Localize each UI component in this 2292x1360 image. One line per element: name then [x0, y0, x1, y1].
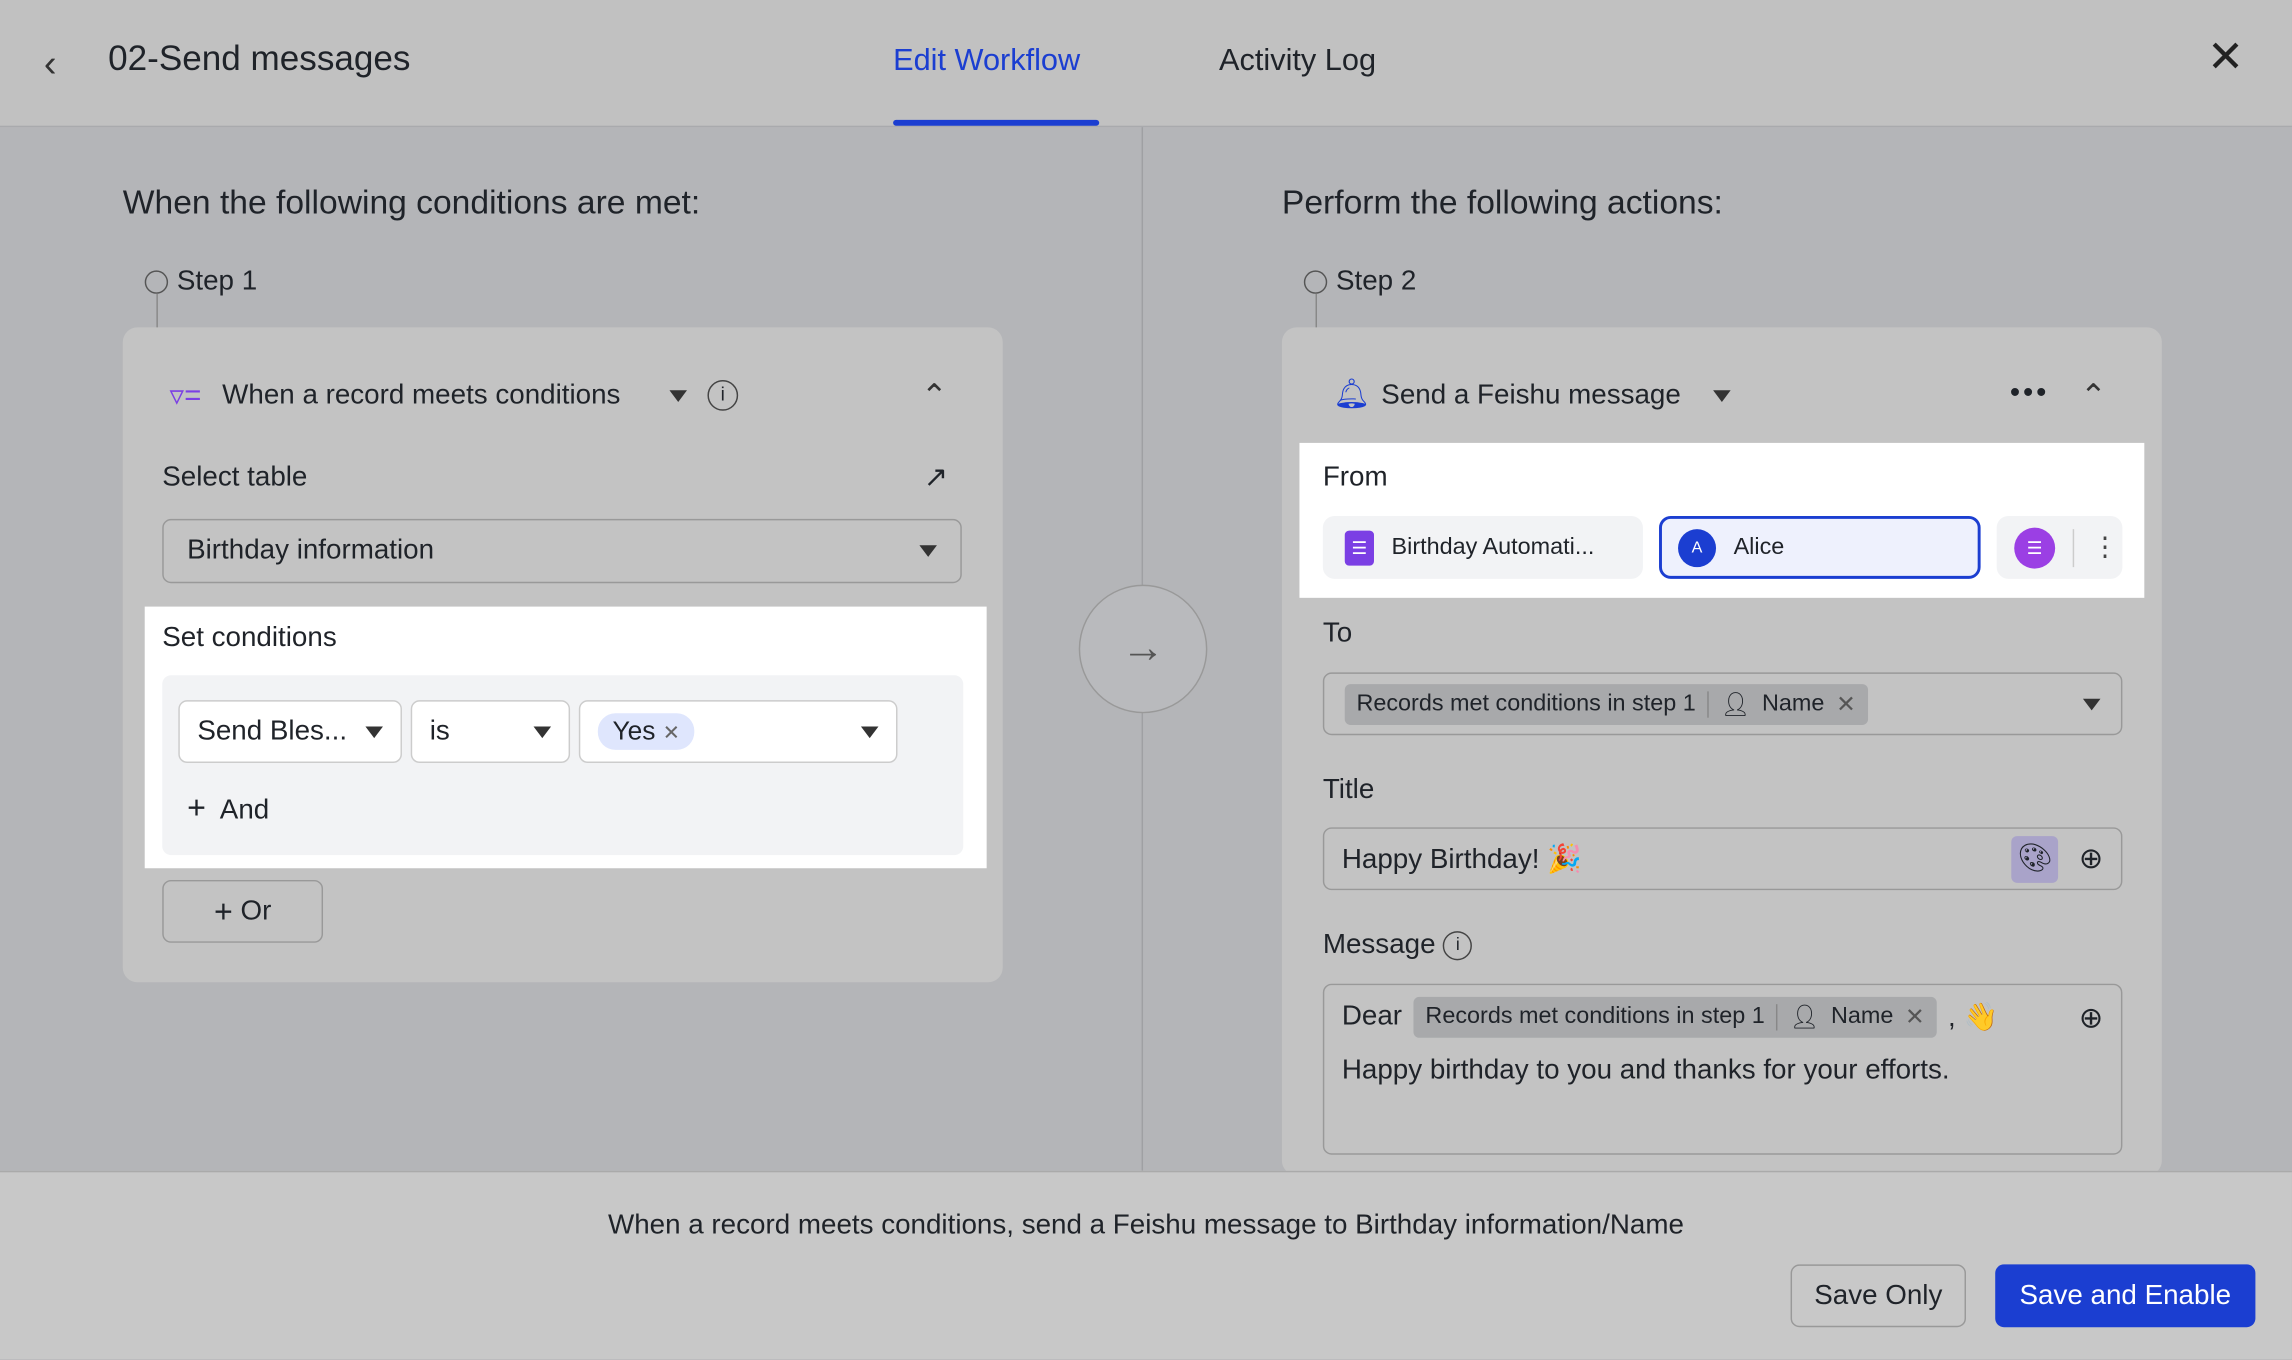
title-input[interactable]: Happy Birthday! 🎉 🎨︎ ⊕ — [1323, 827, 2123, 890]
select-table-label: Select table — [162, 462, 307, 494]
step-2-label: Step 2 — [1336, 266, 1416, 298]
save-and-enable-button[interactable]: Save and Enable — [1995, 1264, 2255, 1327]
step-1-label: Step 1 — [177, 266, 257, 298]
value-tag: Yes ✕ — [598, 713, 695, 750]
tab-edit-workflow[interactable]: Edit Workflow — [893, 44, 1080, 79]
add-field-icon[interactable]: ⊕ — [2079, 999, 2104, 1036]
table-select-value: Birthday information — [187, 535, 434, 567]
conditions-heading: When the following conditions are met: — [123, 183, 700, 222]
collapse-icon[interactable]: ⌃ — [2080, 377, 2107, 415]
to-label: To — [1323, 618, 1352, 650]
and-label: And — [220, 795, 269, 826]
message-prefix: Dear — [1342, 1001, 1402, 1033]
plus-icon: + — [214, 892, 233, 930]
from-option-user[interactable]: A Alice — [1659, 516, 1981, 579]
condition-field-select[interactable]: Send Bles... — [178, 700, 402, 763]
add-and-button[interactable]: + And — [187, 789, 269, 827]
arrow-right-icon: → — [1079, 585, 1208, 714]
operator-value: is — [430, 716, 450, 748]
condition-operator-select[interactable]: is — [411, 700, 570, 763]
info-icon[interactable]: i — [1443, 931, 1472, 960]
page-title: 02-Send messages — [108, 39, 410, 80]
to-select[interactable]: Records met conditions in step 1 👤︎ Name ✕ — [1323, 672, 2123, 735]
message-input[interactable]: Dear Records met conditions in step 1 👤︎ N… — [1323, 984, 2123, 1155]
add-or-button[interactable]: + Or — [162, 880, 323, 943]
caret-down-icon — [534, 726, 552, 738]
step-connector — [1316, 294, 1317, 329]
recipient-chip: Records met conditions in step 1 👤︎ Name ✕ — [1345, 683, 1868, 724]
remove-icon[interactable]: ✕ — [1905, 1003, 1925, 1032]
message-label: Message i — [1323, 930, 1473, 962]
title-label: Title — [1323, 775, 1374, 807]
avatar: A — [1678, 528, 1716, 566]
message-body: Happy birthday to you and thanks for you… — [1342, 1055, 2104, 1087]
caret-down-icon[interactable] — [1713, 390, 1731, 402]
message-suffix: , 👋 — [1948, 1000, 1998, 1035]
collapse-icon[interactable]: ⌃ — [921, 377, 948, 415]
plus-icon: + — [187, 789, 206, 826]
close-icon[interactable]: ✕ — [2207, 32, 2244, 83]
vertical-more-icon[interactable]: ⋮ — [2092, 532, 2118, 563]
or-label: Or — [240, 895, 271, 927]
action-type[interactable]: Send a Feishu message — [1381, 380, 1681, 412]
workflow-summary: When a record meets conditions, send a F… — [0, 1210, 2292, 1242]
caret-down-icon — [365, 726, 383, 738]
from-option-more[interactable]: ☰⋮ — [1997, 516, 2123, 579]
set-conditions-label: Set conditions — [162, 623, 336, 655]
field-value: Send Bles... — [197, 716, 347, 748]
step-circle-icon — [1304, 270, 1327, 293]
from-option-bot[interactable]: ☰ Birthday Automati... — [1323, 516, 1643, 579]
bell-icon: 🔔︎ — [1333, 376, 1370, 413]
chip-field: Name — [1831, 1004, 1893, 1030]
remove-icon[interactable]: ✕ — [663, 721, 680, 744]
step-connector — [156, 294, 157, 329]
info-icon[interactable]: i — [707, 380, 738, 411]
person-icon: 👤︎ — [1721, 689, 1751, 718]
bot-name: Birthday Automati... — [1392, 534, 1595, 560]
external-link-icon[interactable]: ↗ — [924, 459, 949, 496]
trigger-type[interactable]: When a record meets conditions — [222, 380, 620, 412]
person-icon: 👤︎ — [1790, 1003, 1820, 1032]
step-circle-icon — [145, 270, 168, 293]
remove-icon[interactable]: ✕ — [1836, 689, 1856, 718]
value-tag-label: Yes — [612, 716, 655, 745]
separator — [2073, 528, 2074, 566]
from-label: From — [1323, 462, 1388, 494]
bitable-icon: ☰ — [1345, 530, 1374, 565]
bot-avatar-icon: ☰ — [2014, 527, 2055, 568]
caret-down-icon — [919, 545, 937, 557]
user-name: Alice — [1734, 534, 1785, 560]
title-value: Happy Birthday! 🎉 — [1342, 841, 1582, 876]
save-only-button[interactable]: Save Only — [1791, 1264, 1966, 1327]
add-field-icon[interactable]: ⊕ — [2079, 840, 2104, 877]
actions-heading: Perform the following actions: — [1282, 183, 1723, 222]
palette-icon[interactable]: 🎨︎ — [2012, 835, 2059, 882]
more-icon[interactable]: ••• — [2010, 377, 2049, 411]
caret-down-icon[interactable] — [669, 390, 687, 402]
caret-down-icon — [861, 726, 879, 738]
condition-value-select[interactable]: Yes ✕ — [579, 700, 898, 763]
message-label-text: Message — [1323, 930, 1436, 961]
tab-activity-log[interactable]: Activity Log — [1219, 44, 1376, 79]
chip-source: Records met conditions in step 1 — [1425, 1004, 1764, 1030]
back-icon[interactable]: ‹ — [44, 41, 57, 86]
chip-field: Name — [1762, 691, 1824, 717]
chip-source: Records met conditions in step 1 — [1356, 691, 1695, 717]
filter-icon: ▿= — [170, 377, 202, 414]
active-tab-indicator — [893, 120, 1099, 126]
table-select[interactable]: Birthday information — [162, 519, 962, 583]
caret-down-icon — [2083, 698, 2101, 710]
message-chip: Records met conditions in step 1 👤︎ Name ✕ — [1414, 997, 1937, 1038]
